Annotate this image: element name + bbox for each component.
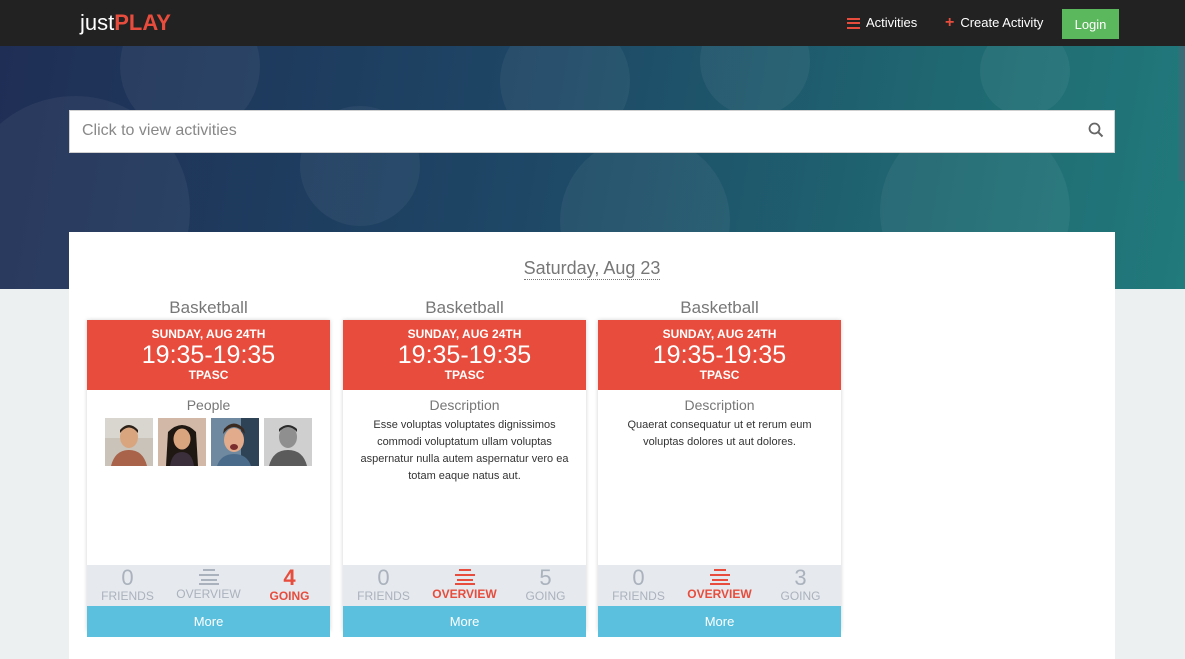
going-count: 4 [283, 565, 296, 590]
card-date: SUNDAY, AUG 24TH [407, 327, 522, 341]
activities-panel: Saturday, Aug 23 Basketball SUNDAY, AUG … [69, 232, 1115, 659]
card-venue: TPASC [699, 368, 740, 382]
friends-stat[interactable]: 0 FRIENDS [343, 565, 424, 606]
more-button[interactable]: More [343, 606, 586, 637]
going-stat[interactable]: 4 GOING [249, 565, 330, 606]
friends-count: 0 [632, 565, 645, 590]
friends-count: 0 [377, 565, 390, 590]
more-button[interactable]: More [598, 606, 841, 637]
card-stats: 0 FRIENDS OVERVIEW 5 GOING [343, 565, 586, 606]
nav-activities-label: Activities [866, 15, 918, 30]
overview-stat[interactable]: OVERVIEW [424, 565, 505, 606]
card-venue: TPASC [444, 368, 485, 382]
card-body: Description Esse voluptas voluptates dig… [343, 390, 586, 565]
activity-card-wrapper: Basketball SUNDAY, AUG 24TH 19:35-19:35 … [343, 296, 586, 637]
card-sport-title: Basketball [169, 298, 248, 317]
nav-create-activity-link[interactable]: + Create Activity [945, 14, 1043, 32]
avatar[interactable] [264, 418, 312, 466]
activity-card: SUNDAY, AUG 24TH 19:35-19:35 TPASC Peopl… [87, 320, 330, 637]
list-icon [847, 17, 860, 29]
brand-logo[interactable]: justPLAY [80, 10, 171, 36]
card-description: Esse voluptas voluptates dignissimos com… [360, 419, 569, 482]
activity-card-wrapper: Basketball SUNDAY, AUG 24TH 19:35-19:35 … [87, 296, 330, 637]
friends-stat[interactable]: 0 FRIENDS [598, 565, 679, 606]
date-heading: Saturday, Aug 23 [523, 258, 661, 280]
brand-part-play: PLAY [114, 10, 171, 35]
card-date: SUNDAY, AUG 24TH [151, 327, 266, 341]
overview-label: OVERVIEW [176, 587, 241, 601]
people-avatars [87, 418, 330, 466]
card-header: SUNDAY, AUG 24TH 19:35-19:35 TPASC [598, 320, 841, 390]
card-stats: 0 FRIENDS OVERVIEW 3 GOING [598, 565, 841, 606]
friends-label: FRIENDS [612, 589, 665, 603]
card-sport-title: Basketball [680, 298, 759, 317]
card-section-title: People [186, 397, 231, 413]
plus-icon: + [945, 14, 955, 31]
more-button[interactable]: More [87, 606, 330, 637]
brand-part-just: just [80, 10, 115, 35]
activity-card: SUNDAY, AUG 24TH 19:35-19:35 TPASC Descr… [598, 320, 841, 637]
card-time: 19:35-19:35 [652, 341, 787, 369]
login-button[interactable]: Login [1062, 9, 1119, 39]
friends-stat[interactable]: 0 FRIENDS [87, 565, 168, 606]
friends-label: FRIENDS [101, 589, 154, 603]
overview-stat[interactable]: OVERVIEW [679, 565, 760, 606]
nav-create-label: Create Activity [960, 15, 1044, 30]
avatar[interactable] [158, 418, 206, 466]
card-header: SUNDAY, AUG 24TH 19:35-19:35 TPASC [343, 320, 586, 390]
overview-stat[interactable]: OVERVIEW [168, 565, 249, 606]
going-count: 5 [539, 565, 552, 590]
search-icon[interactable] [1088, 122, 1104, 138]
page-scrollbar[interactable] [1179, 46, 1185, 181]
card-time: 19:35-19:35 [141, 341, 276, 369]
going-label: GOING [780, 589, 821, 603]
friends-label: FRIENDS [357, 589, 410, 603]
friends-count: 0 [121, 565, 134, 590]
nav-activities-link[interactable]: Activities [847, 14, 917, 32]
going-stat[interactable]: 5 GOING [505, 565, 586, 606]
search-input[interactable] [70, 111, 1074, 150]
activity-card: SUNDAY, AUG 24TH 19:35-19:35 TPASC Descr… [343, 320, 586, 637]
overview-icon [198, 569, 219, 585]
avatar[interactable] [105, 418, 153, 466]
going-count: 3 [794, 565, 807, 590]
overview-icon [709, 569, 730, 585]
card-sport-title: Basketball [425, 298, 504, 317]
going-label: GOING [525, 589, 566, 603]
overview-label: OVERVIEW [432, 587, 497, 601]
card-venue: TPASC [188, 368, 229, 382]
card-section-title: Description [684, 397, 755, 413]
overview-label: OVERVIEW [687, 587, 752, 601]
overview-icon [454, 569, 475, 585]
activity-card-wrapper: Basketball SUNDAY, AUG 24TH 19:35-19:35 … [598, 296, 841, 637]
card-section-title: Description [429, 397, 500, 413]
card-body: People [87, 390, 330, 565]
avatar[interactable] [211, 418, 259, 466]
card-description: Quaerat consequatur ut et rerum eum volu… [627, 419, 812, 448]
card-header: SUNDAY, AUG 24TH 19:35-19:35 TPASC [87, 320, 330, 390]
going-stat[interactable]: 3 GOING [760, 565, 841, 606]
card-date: SUNDAY, AUG 24TH [662, 327, 777, 341]
going-label: GOING [269, 589, 310, 603]
card-body: Description Quaerat consequatur ut et re… [598, 390, 841, 565]
card-stats: 0 FRIENDS OVERVIEW 4 GOING [87, 565, 330, 606]
card-time: 19:35-19:35 [397, 341, 532, 369]
top-navbar: justPLAY Activities + Create Activity Lo… [0, 0, 1185, 46]
activity-search [69, 110, 1115, 153]
